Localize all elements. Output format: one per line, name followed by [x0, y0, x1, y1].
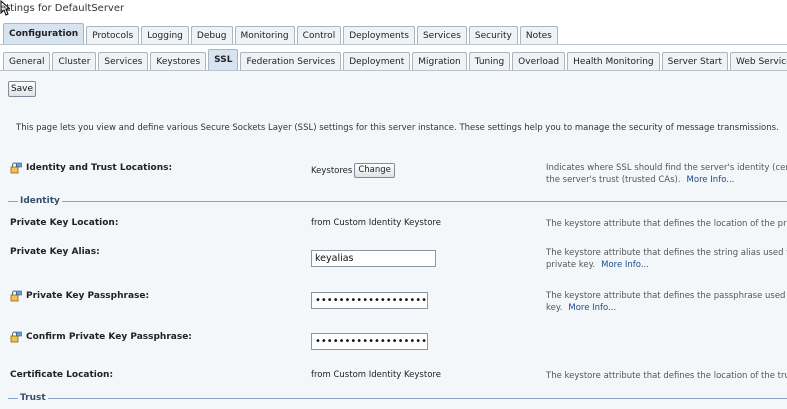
identity-section-title: Identity — [18, 195, 62, 207]
identity-trust-desc-line2: the server's trust (trusted CAs). — [546, 175, 681, 185]
identity-trust-description: Indicates where SSL should find the serv… — [546, 162, 787, 186]
private-key-location-description: The keystore attribute that defines the … — [546, 219, 787, 229]
private-key-passphrase-input[interactable]: ••••••••••••••••••• — [311, 292, 428, 309]
subtab-health-monitoring[interactable]: Health Monitoring — [567, 52, 660, 70]
subtab-federation-services[interactable]: Federation Services — [240, 52, 342, 70]
tab-monitoring[interactable]: Monitoring — [234, 26, 295, 44]
private-key-location-label: Private Key Location: — [10, 218, 119, 228]
private-key-passphrase-desc-line1: The keystore attribute that defines the … — [546, 291, 787, 301]
config-lock-icon — [10, 290, 22, 302]
subtab-ssl[interactable]: SSL — [208, 49, 239, 70]
identity-trust-label: Identity and Trust Locations: — [10, 162, 172, 174]
private-key-alias-label: Private Key Alias: — [10, 247, 100, 257]
tab-debug[interactable]: Debug — [190, 26, 233, 44]
subtab-server-start[interactable]: Server Start — [661, 52, 728, 70]
subtab-deployment[interactable]: Deployment — [343, 52, 411, 70]
more-info-link-private-key-passphrase[interactable]: More Info... — [568, 303, 616, 313]
subtab-overload[interactable]: Overload — [512, 52, 566, 70]
identity-trust-value-group: Keystores Change — [311, 163, 395, 178]
certificate-location-description: The keystore attribute that defines the … — [546, 371, 787, 381]
private-key-alias-desc-line2: private key. — [546, 260, 596, 270]
subtab-migration[interactable]: Migration — [412, 52, 467, 70]
private-key-passphrase-description: The keystore attribute that defines the … — [546, 290, 787, 314]
page-title: ettings for DefaultServer — [0, 3, 125, 14]
private-key-passphrase-label-text: Private Key Passphrase: — [26, 291, 150, 301]
tab-security[interactable]: Security — [468, 26, 518, 44]
tab-deployments[interactable]: Deployments — [343, 26, 415, 44]
tab-notes[interactable]: Notes — [519, 26, 558, 44]
private-key-alias-desc-line1: The keystore attribute that defines the … — [546, 248, 787, 258]
tab-control[interactable]: Control — [296, 26, 342, 44]
confirm-passphrase-label-text: Confirm Private Key Passphrase: — [26, 332, 192, 342]
certificate-location-label: Certificate Location: — [10, 370, 114, 380]
more-info-link-identity-trust[interactable]: More Info... — [687, 175, 735, 185]
subtab-cluster[interactable]: Cluster — [52, 52, 97, 70]
tab-services[interactable]: Services — [416, 26, 467, 44]
subtab-keystores[interactable]: Keystores — [150, 52, 207, 70]
identity-trust-desc-line1: Indicates where SSL should find the serv… — [546, 163, 787, 173]
subtab-services[interactable]: Services — [98, 52, 149, 70]
private-key-alias-input[interactable]: keyalias — [311, 250, 436, 267]
subtab-web-services[interactable]: Web Services — [729, 52, 787, 70]
content-panel — [0, 71, 787, 409]
section-divider — [8, 398, 787, 399]
confirm-passphrase-input[interactable]: ••••••••••••••••••• — [311, 333, 428, 350]
private-key-location-value: from Custom Identity Keystore — [311, 218, 441, 228]
page-description: This page lets you view and define vario… — [16, 123, 779, 133]
confirm-passphrase-label: Confirm Private Key Passphrase: — [10, 331, 192, 343]
config-lock-icon — [10, 162, 22, 174]
private-key-alias-description: The keystore attribute that defines the … — [546, 247, 787, 271]
more-info-link-private-key-alias[interactable]: More Info... — [601, 260, 649, 270]
subtab-general[interactable]: General — [3, 52, 51, 70]
section-divider — [8, 201, 787, 202]
identity-section-header: Identity — [8, 195, 787, 207]
save-button[interactable]: Save — [8, 81, 36, 97]
identity-trust-label-text: Identity and Trust Locations: — [26, 163, 173, 173]
tab-protocols[interactable]: Protocols — [86, 26, 140, 44]
trust-section-title: Trust — [18, 392, 48, 404]
primary-tab-bar: Configuration Protocols Logging Debug Mo… — [0, 22, 787, 45]
change-button[interactable]: Change — [354, 163, 395, 178]
tab-logging[interactable]: Logging — [141, 26, 189, 44]
subtab-tuning[interactable]: Tuning — [468, 52, 511, 70]
tab-configuration[interactable]: Configuration — [3, 23, 85, 44]
private-key-passphrase-label: Private Key Passphrase: — [10, 290, 149, 302]
secondary-tab-bar: General Cluster Services Keystores SSL F… — [0, 48, 787, 71]
trust-section-header: Trust — [8, 392, 787, 404]
identity-trust-value: Keystores — [311, 166, 353, 176]
certificate-location-value: from Custom Identity Keystore — [311, 370, 441, 380]
config-lock-icon — [10, 331, 22, 343]
private-key-passphrase-desc-line2: key. — [546, 303, 563, 313]
